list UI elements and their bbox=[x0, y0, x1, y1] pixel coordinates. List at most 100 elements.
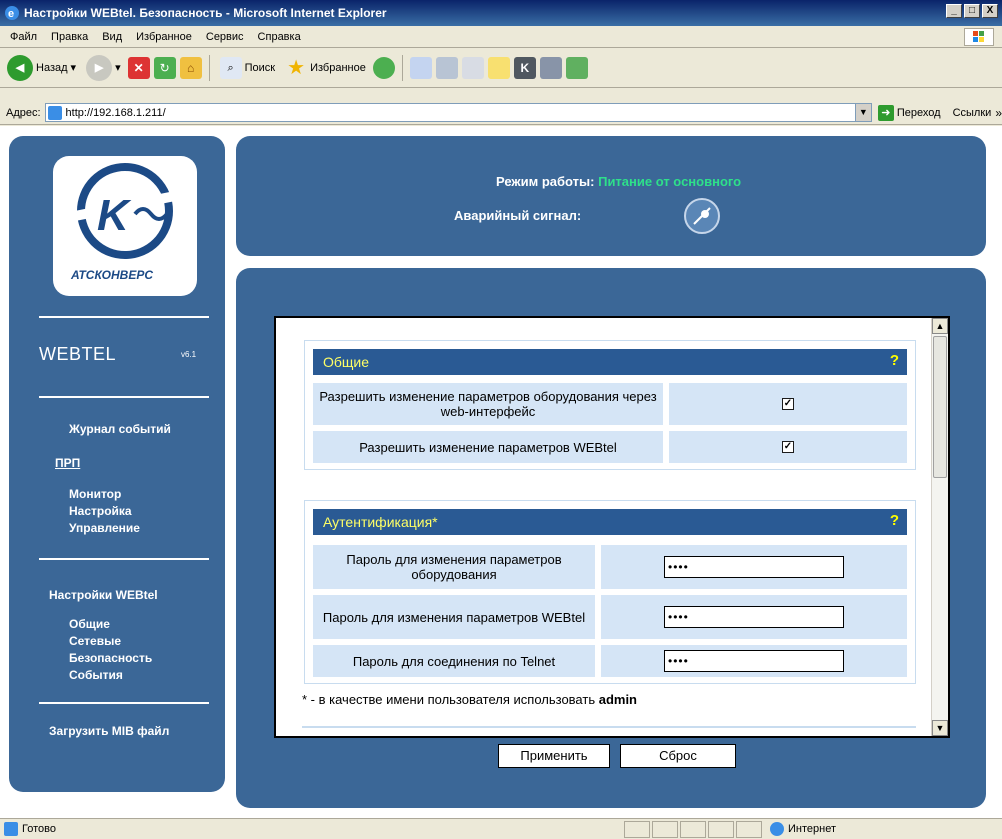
menu-view[interactable]: Вид bbox=[102, 31, 122, 43]
links-button[interactable]: Ссылки bbox=[953, 107, 992, 119]
help-icon[interactable]: ? bbox=[890, 352, 899, 369]
menu-edit[interactable]: Правка bbox=[51, 31, 88, 43]
footnote-text: * - в качестве имени пользователя исполь… bbox=[302, 692, 599, 707]
auth-footnote: * - в качестве имени пользователя исполь… bbox=[302, 692, 637, 707]
allow-webtel-change-cell: ✓ bbox=[669, 431, 907, 463]
status-cell bbox=[680, 820, 706, 838]
minimize-button[interactable]: _ bbox=[946, 4, 962, 18]
sidebar: K АТСКОНВЕРС WEBTEL v6.1 Журнал событий … bbox=[9, 136, 225, 792]
telnet-password-input[interactable]: •••• bbox=[664, 650, 844, 672]
page-content: K АТСКОНВЕРС WEBTEL v6.1 Журнал событий … bbox=[0, 126, 1002, 818]
history-icon[interactable] bbox=[372, 56, 395, 79]
refresh-icon[interactable]: ↻ bbox=[153, 56, 176, 79]
section-header: Аутентификация* ? bbox=[313, 509, 907, 535]
sidebar-item-events[interactable]: События bbox=[69, 667, 152, 684]
address-input[interactable]: http://192.168.1.211/ ▼ bbox=[44, 103, 872, 122]
address-bar: Адрес: http://192.168.1.211/ ▼ ➜ Переход… bbox=[0, 101, 1002, 125]
frame-scrollbar[interactable]: ▲ ▼ bbox=[931, 318, 948, 736]
sidebar-item-setup[interactable]: Настройка bbox=[69, 503, 140, 520]
webtel-password-input[interactable]: •••• bbox=[664, 606, 844, 628]
back-button[interactable]: ◀ Назад ▾ bbox=[4, 54, 79, 81]
page-icon bbox=[47, 105, 62, 120]
webtel-password-label: Пароль для изменения параметров WEBtel bbox=[313, 595, 595, 639]
section-title: Аутентификация* bbox=[323, 514, 438, 530]
menu-tools[interactable]: Сервис bbox=[206, 31, 244, 43]
hw-password-cell: •••• bbox=[601, 545, 907, 589]
mode-status: Режим работы: Питание от основного bbox=[496, 174, 741, 189]
sidebar-item-prp[interactable]: ПРП bbox=[55, 456, 80, 470]
menu-favorites[interactable]: Избранное bbox=[136, 31, 192, 43]
favorites-button[interactable]: ★ Избранное bbox=[282, 57, 369, 79]
konvers-logo-icon: K bbox=[74, 163, 176, 259]
toolbar-separator bbox=[401, 54, 403, 81]
note-icon[interactable] bbox=[487, 56, 510, 79]
maximize-button[interactable]: □ bbox=[964, 4, 980, 18]
home-icon[interactable]: ⌂ bbox=[179, 56, 202, 79]
product-version: v6.1 bbox=[181, 350, 197, 359]
stop-icon[interactable]: ✕ bbox=[127, 56, 150, 79]
reset-button[interactable]: Сброс bbox=[620, 744, 736, 768]
company-logo: K АТСКОНВЕРС bbox=[53, 156, 197, 296]
allow-webtel-change-label: Разрешить изменение параметров WEBtel bbox=[313, 431, 663, 463]
sidebar-item-control[interactable]: Управление bbox=[69, 520, 140, 537]
scroll-down-icon[interactable]: ▼ bbox=[932, 720, 948, 736]
main-panel: Общие ? Разрешить изменение параметров о… bbox=[236, 268, 986, 808]
allow-webtel-change-checkbox[interactable]: ✓ bbox=[782, 441, 794, 453]
hw-password-input[interactable]: •••• bbox=[664, 556, 844, 578]
sidebar-item-network[interactable]: Сетевые bbox=[69, 633, 152, 650]
mail-icon[interactable] bbox=[409, 56, 432, 79]
print-icon[interactable] bbox=[435, 56, 458, 79]
section-divider bbox=[302, 726, 916, 728]
k-icon[interactable]: K bbox=[513, 56, 536, 79]
sidebar-item-event-log[interactable]: Журнал событий bbox=[69, 422, 171, 436]
menu-bar: Файл Правка Вид Избранное Сервис Справка bbox=[0, 26, 1002, 48]
forward-arrow-icon: ▶ bbox=[86, 54, 113, 81]
back-arrow-icon: ◀ bbox=[7, 54, 33, 81]
status-header: Режим работы: Питание от основного Авари… bbox=[236, 136, 986, 256]
menu-file[interactable]: Файл bbox=[10, 31, 37, 43]
go-label: Переход bbox=[896, 106, 941, 119]
menu-help[interactable]: Справка bbox=[258, 31, 301, 43]
chevron-down-icon: ▾ bbox=[115, 62, 121, 74]
windows-logo-icon bbox=[964, 28, 994, 46]
search-icon: ⌕ bbox=[219, 56, 242, 79]
settings-frame: Общие ? Разрешить изменение параметров о… bbox=[274, 316, 950, 738]
search-label: Поиск bbox=[244, 61, 276, 74]
status-cell bbox=[624, 820, 650, 838]
security-zone: Интернет bbox=[770, 822, 836, 836]
sidebar-divider bbox=[39, 702, 209, 704]
sidebar-item-load-mib[interactable]: Загрузить MIB файл bbox=[49, 724, 169, 738]
allow-hw-change-label: Разрешить изменение параметров оборудова… bbox=[313, 383, 663, 425]
go-button[interactable]: ➜ Переход bbox=[877, 104, 941, 121]
edit-icon[interactable] bbox=[461, 56, 484, 79]
address-dropdown-icon[interactable]: ▼ bbox=[854, 104, 871, 121]
sidebar-item-monitor[interactable]: Монитор bbox=[69, 486, 140, 503]
telnet-password-cell: •••• bbox=[601, 645, 907, 677]
sidebar-item-general[interactable]: Общие bbox=[69, 616, 152, 633]
footnote-username: admin bbox=[598, 692, 638, 707]
sidebar-divider bbox=[39, 316, 209, 318]
scroll-up-icon[interactable]: ▲ bbox=[932, 318, 948, 334]
tools-icon[interactable] bbox=[539, 56, 562, 79]
back-label: Назад bbox=[36, 61, 68, 74]
sidebar-divider bbox=[39, 558, 209, 560]
status-cell bbox=[708, 820, 734, 838]
help-icon[interactable]: ? bbox=[890, 512, 899, 529]
mode-label: Режим работы: bbox=[496, 174, 595, 189]
mode-value: Питание от основного bbox=[598, 174, 742, 189]
telnet-password-label: Пароль для соединения по Telnet bbox=[313, 645, 595, 677]
window-title: Настройки WEBtel. Безопасность - Microso… bbox=[24, 6, 387, 20]
allow-hw-change-checkbox[interactable]: ✓ bbox=[782, 398, 794, 410]
apply-button[interactable]: Применить bbox=[498, 744, 610, 768]
close-button[interactable]: X bbox=[982, 4, 998, 18]
search-button[interactable]: ⌕ Поиск bbox=[217, 56, 278, 79]
chevron-right-icon[interactable]: » bbox=[995, 106, 1002, 120]
sidebar-item-security[interactable]: Безопасность bbox=[69, 650, 152, 667]
scroll-thumb[interactable] bbox=[933, 336, 947, 478]
window-title-bar: e Настройки WEBtel. Безопасность - Micro… bbox=[0, 0, 1002, 26]
forward-button[interactable]: ▶ ▾ bbox=[83, 54, 124, 81]
chevron-down-icon: ▾ bbox=[70, 62, 77, 74]
section-title: Общие bbox=[323, 354, 370, 370]
messenger-icon[interactable] bbox=[565, 56, 588, 79]
sidebar-item-webtel-settings[interactable]: Настройки WEBtel bbox=[49, 588, 158, 602]
